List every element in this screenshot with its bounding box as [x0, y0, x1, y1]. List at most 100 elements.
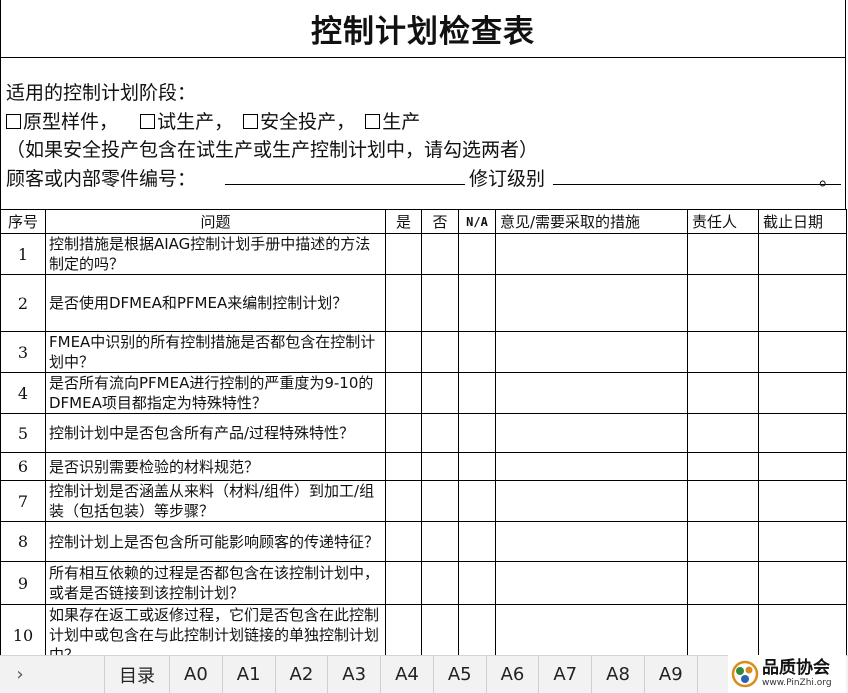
- action-cell[interactable]: [495, 372, 688, 414]
- na-cell[interactable]: [458, 452, 496, 481]
- tab-a2[interactable]: A2: [276, 655, 329, 693]
- yes-cell[interactable]: [385, 372, 422, 414]
- question-cell[interactable]: 控制计划中是否包含所有产品/过程特殊特性？: [45, 413, 386, 453]
- col-header-action[interactable]: 意见/需要采取的措施: [495, 209, 688, 234]
- question-cell[interactable]: 所有相互依赖的过程是否都包含在该控制计划中，或者是否链接到该控制计划？: [45, 561, 386, 605]
- owner-cell[interactable]: [687, 604, 759, 655]
- row-number[interactable]: 2: [0, 274, 46, 332]
- yes-cell[interactable]: [385, 331, 422, 373]
- col-header-due-date[interactable]: 截止日期: [758, 209, 847, 234]
- tab-a0[interactable]: A0: [170, 655, 223, 693]
- na-cell[interactable]: [458, 372, 496, 414]
- row-number[interactable]: 5: [0, 413, 46, 453]
- col-header-no[interactable]: 序号: [0, 209, 46, 234]
- row-number[interactable]: 9: [0, 561, 46, 605]
- na-cell[interactable]: [458, 521, 496, 562]
- due-date-cell[interactable]: [758, 233, 847, 275]
- owner-cell[interactable]: [687, 521, 759, 562]
- row-number[interactable]: 7: [0, 480, 46, 522]
- no-cell[interactable]: [421, 604, 459, 655]
- row-number[interactable]: 6: [0, 452, 46, 481]
- na-cell[interactable]: [458, 413, 496, 453]
- no-cell[interactable]: [421, 274, 459, 332]
- no-cell[interactable]: [421, 561, 459, 605]
- no-cell[interactable]: [421, 331, 459, 373]
- tab-a6[interactable]: A6: [487, 655, 540, 693]
- action-cell[interactable]: [495, 521, 688, 562]
- due-date-cell[interactable]: [758, 331, 847, 373]
- option-prelaunch[interactable]: 试生产，: [140, 107, 233, 134]
- due-date-cell[interactable]: [758, 561, 847, 605]
- action-cell[interactable]: [495, 561, 688, 605]
- row-number[interactable]: 4: [0, 372, 46, 414]
- row-number[interactable]: 8: [0, 521, 46, 562]
- owner-cell[interactable]: [687, 561, 759, 605]
- col-header-owner[interactable]: 责任人: [687, 209, 759, 234]
- action-cell[interactable]: [495, 274, 688, 332]
- yes-cell[interactable]: [385, 274, 422, 332]
- action-cell[interactable]: [495, 480, 688, 522]
- tab-a8[interactable]: A8: [592, 655, 645, 693]
- yes-cell[interactable]: [385, 521, 422, 562]
- no-cell[interactable]: [421, 372, 459, 414]
- col-header-na[interactable]: N/A: [458, 209, 496, 234]
- checkbox[interactable]: [140, 114, 156, 129]
- action-cell[interactable]: [495, 331, 688, 373]
- question-cell[interactable]: 控制计划是否涵盖从来料（材料/组件）到加工/组装（包括包装）等步骤？: [45, 480, 386, 522]
- col-header-no-answer[interactable]: 否: [421, 209, 459, 234]
- owner-cell[interactable]: [687, 331, 759, 373]
- chevron-right-icon[interactable]: ›: [0, 656, 40, 693]
- question-cell[interactable]: 如果存在返工或返修过程，它们是否包含在此控制计划中或包含在与此控制计划链接的单独…: [45, 604, 386, 655]
- question-cell[interactable]: 是否使用DFMEA和PFMEA来编制控制计划？: [45, 274, 386, 332]
- na-cell[interactable]: [458, 331, 496, 373]
- due-date-cell[interactable]: [758, 521, 847, 562]
- owner-cell[interactable]: [687, 233, 759, 275]
- tab-a4[interactable]: A4: [381, 655, 434, 693]
- checkbox[interactable]: [6, 114, 21, 129]
- action-cell[interactable]: [495, 452, 688, 481]
- no-cell[interactable]: [421, 521, 459, 562]
- tab-a5[interactable]: A5: [434, 655, 487, 693]
- tab-a1[interactable]: A1: [223, 655, 276, 693]
- title-cell[interactable]: 控制计划检查表: [0, 0, 846, 58]
- option-production[interactable]: 生产: [365, 107, 420, 134]
- owner-cell[interactable]: [687, 413, 759, 453]
- yes-cell[interactable]: [385, 413, 422, 453]
- checkbox[interactable]: [365, 114, 381, 129]
- na-cell[interactable]: [458, 274, 496, 332]
- row-number[interactable]: 3: [0, 331, 46, 373]
- tab-index[interactable]: 目录: [104, 655, 170, 693]
- option-prototype[interactable]: 原型样件，: [6, 107, 118, 134]
- tab-a9[interactable]: A9: [645, 655, 698, 693]
- due-date-cell[interactable]: [758, 480, 847, 522]
- action-cell[interactable]: [495, 604, 688, 655]
- row-number[interactable]: 10: [0, 604, 46, 655]
- yes-cell[interactable]: [385, 561, 422, 605]
- no-cell[interactable]: [421, 452, 459, 481]
- question-cell[interactable]: 是否所有流向PFMEA进行控制的严重度为9-10的DFMEA项目都指定为特殊特性…: [45, 372, 386, 414]
- no-cell[interactable]: [421, 233, 459, 275]
- owner-cell[interactable]: [687, 452, 759, 481]
- checkbox[interactable]: [243, 114, 259, 129]
- yes-cell[interactable]: [385, 480, 422, 522]
- due-date-cell[interactable]: [758, 452, 847, 481]
- intro-section[interactable]: 适用的控制计划阶段： 原型样件， 试生产， 安全投产， 生产 （如果安全投产包含…: [0, 58, 846, 209]
- na-cell[interactable]: [458, 604, 496, 655]
- action-cell[interactable]: [495, 413, 688, 453]
- yes-cell[interactable]: [385, 604, 422, 655]
- no-cell[interactable]: [421, 413, 459, 453]
- tab-a3[interactable]: A3: [328, 655, 382, 693]
- option-safe-launch[interactable]: 安全投产，: [243, 107, 355, 134]
- owner-cell[interactable]: [687, 372, 759, 414]
- no-cell[interactable]: [421, 480, 459, 522]
- due-date-cell[interactable]: [758, 372, 847, 414]
- question-cell[interactable]: 是否识别需要检验的材料规范？: [45, 452, 386, 481]
- due-date-cell[interactable]: [758, 604, 847, 655]
- col-header-yes[interactable]: 是: [385, 209, 422, 234]
- yes-cell[interactable]: [385, 233, 422, 275]
- owner-cell[interactable]: [687, 274, 759, 332]
- part-number-field[interactable]: [225, 184, 465, 185]
- yes-cell[interactable]: [385, 452, 422, 481]
- question-cell[interactable]: 控制措施是根据AIAG控制计划手册中描述的方法制定的吗？: [45, 233, 386, 275]
- action-cell[interactable]: [495, 233, 688, 275]
